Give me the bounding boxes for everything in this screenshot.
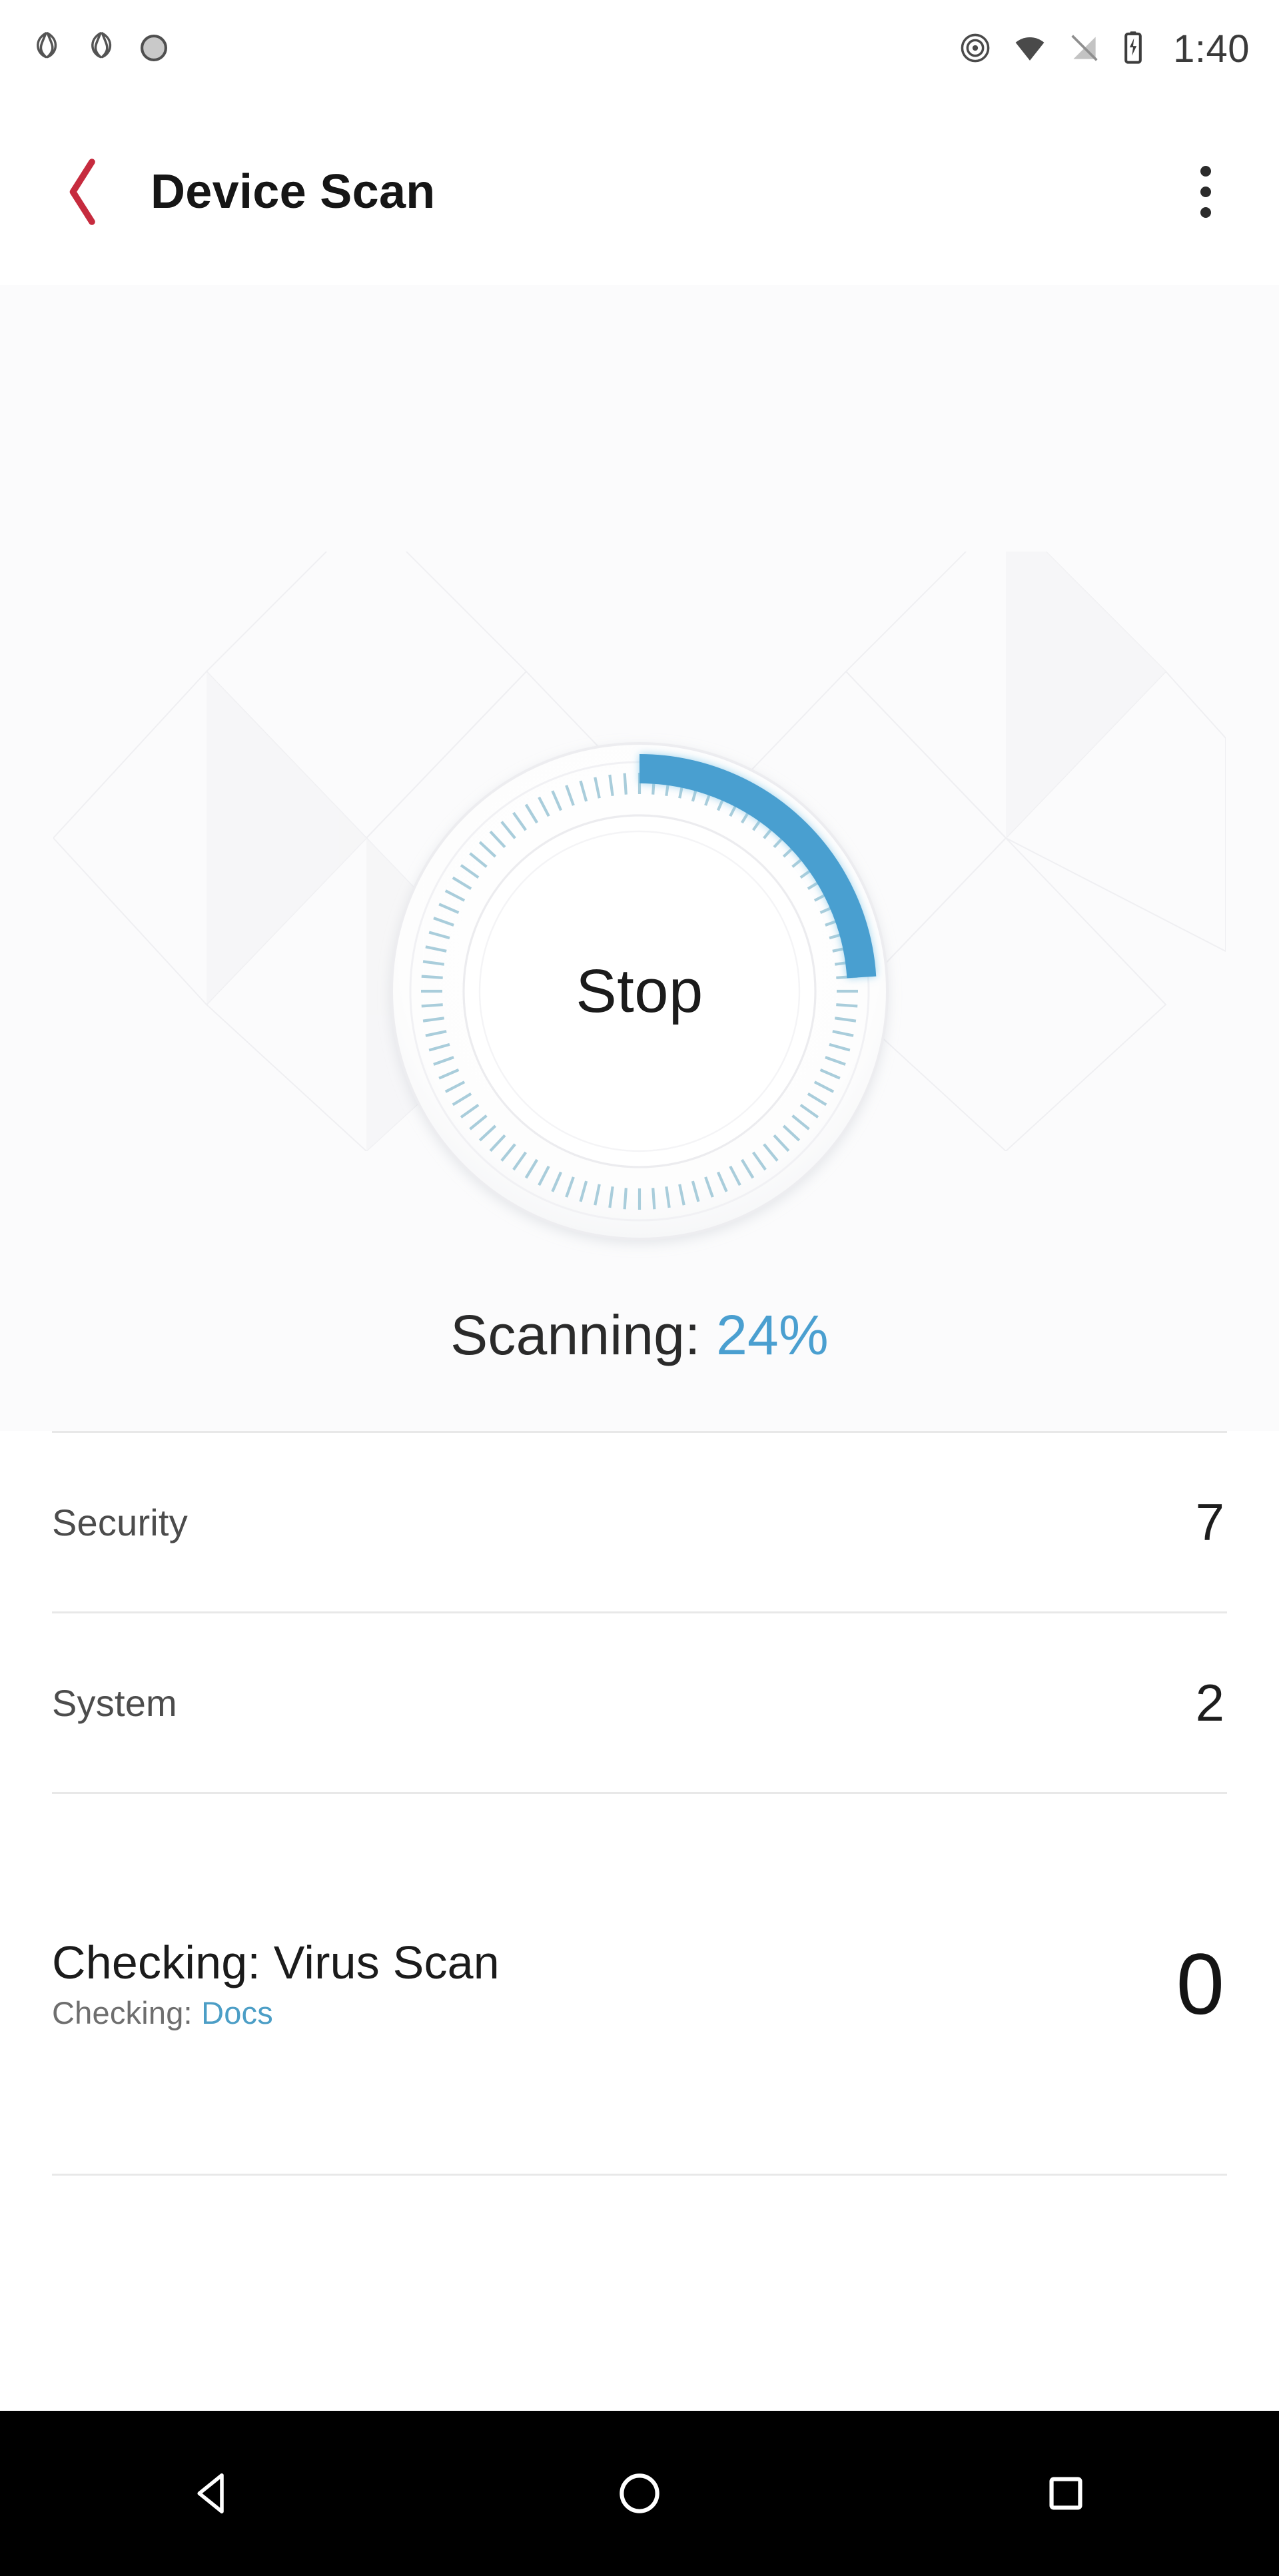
- current-task-subtitle: Checking: Docs: [52, 1996, 500, 2029]
- current-task-value: 0: [1176, 1935, 1224, 2032]
- wifi-icon: [1012, 30, 1048, 69]
- nav-recents-button[interactable]: [979, 2411, 1152, 2576]
- battery-icon: [1121, 30, 1145, 69]
- scan-status-percent: 24%: [716, 1304, 829, 1366]
- nav-home-circle-icon: [620, 2473, 659, 2513]
- android-navigation-bar: [0, 2411, 1279, 2576]
- table-row[interactable]: Security 7: [0, 1433, 1279, 1611]
- app-bar: Device Scan: [0, 99, 1279, 285]
- location-target-icon: [959, 31, 992, 68]
- nav-recents-square-icon: [1049, 2477, 1082, 2510]
- page-title: Device Scan: [151, 165, 436, 218]
- leaf-icon: [28, 29, 65, 70]
- more-vertical-icon: [1200, 166, 1211, 177]
- row-label: Security: [52, 1501, 188, 1543]
- row-value: 7: [1195, 1492, 1224, 1551]
- nav-back-triangle-icon: [197, 2473, 224, 2514]
- list-spacer: [0, 1794, 1279, 1874]
- current-task-title: Checking: Virus Scan: [52, 1936, 500, 1988]
- scan-dial-graphic: [390, 742, 889, 1240]
- current-task-text: Checking: Virus Scan Checking: Docs: [52, 1938, 500, 2030]
- current-task-sub-target: Docs: [201, 1995, 273, 2031]
- status-bar: 1:40: [0, 0, 1279, 99]
- no-sim-signal-icon: [1068, 31, 1101, 68]
- overflow-menu-button[interactable]: [1166, 142, 1246, 242]
- list-divider: [52, 2174, 1227, 2176]
- nav-back-button[interactable]: [127, 2411, 300, 2576]
- scan-hero-section: Stop Scanning: 24%: [0, 285, 1279, 1431]
- current-task-row[interactable]: Checking: Virus Scan Checking: Docs 0: [0, 1874, 1279, 2094]
- current-task-sub-prefix: Checking:: [52, 1995, 202, 2031]
- scan-results-list: Security 7 System 2 Checking: Virus Scan…: [0, 1431, 1279, 2411]
- table-row[interactable]: System 2: [0, 1613, 1279, 1792]
- back-chevron-icon: [69, 159, 95, 225]
- status-bar-notifications: [28, 29, 171, 70]
- list-spacer: [0, 2094, 1279, 2174]
- status-bar-system-icons: 1:40: [959, 30, 1250, 69]
- scan-status-text: Scanning: 24%: [0, 1303, 1279, 1368]
- status-bar-clock: 1:40: [1173, 27, 1250, 71]
- scan-progress-dial[interactable]: Stop: [373, 725, 906, 1258]
- row-label: System: [52, 1681, 177, 1724]
- scan-status-prefix: Scanning:: [450, 1304, 717, 1366]
- back-button[interactable]: [32, 142, 132, 242]
- row-value: 2: [1195, 1673, 1224, 1732]
- more-vertical-icon: [1200, 207, 1211, 218]
- phone-screen: 1:40 Device Scan Stop Scanning: 24% Secu…: [0, 0, 1279, 2576]
- nav-home-button[interactable]: [553, 2411, 726, 2576]
- more-vertical-icon: [1200, 187, 1211, 197]
- circle-icon: [137, 31, 171, 68]
- leaf-icon: [83, 29, 120, 70]
